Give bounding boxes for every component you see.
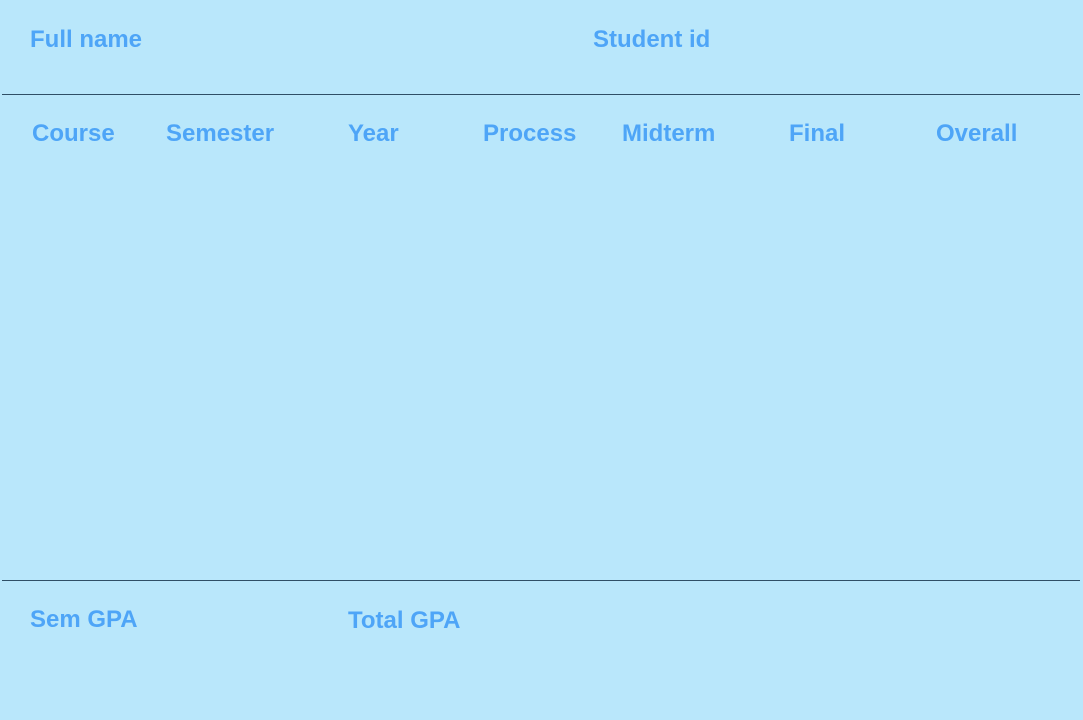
column-header-midterm: Midterm bbox=[622, 120, 716, 147]
column-header-year: Year bbox=[348, 120, 399, 147]
sem-gpa-label: Sem GPA bbox=[30, 606, 138, 633]
student-id-label: Student id bbox=[593, 26, 711, 53]
column-header-semester: Semester bbox=[166, 120, 275, 147]
full-name-label: Full name bbox=[30, 26, 143, 53]
header-divider bbox=[2, 94, 1080, 95]
footer-divider bbox=[2, 580, 1080, 581]
grade-report-page: Full name Student id Course Semester Yea… bbox=[0, 0, 1083, 720]
column-header-overall: Overall bbox=[936, 120, 1018, 147]
column-header-course: Course bbox=[32, 120, 115, 147]
total-gpa-label: Total GPA bbox=[348, 607, 461, 634]
column-header-final: Final bbox=[789, 120, 846, 147]
grades-table-body bbox=[0, 170, 1083, 575]
column-header-process: Process bbox=[483, 120, 577, 147]
